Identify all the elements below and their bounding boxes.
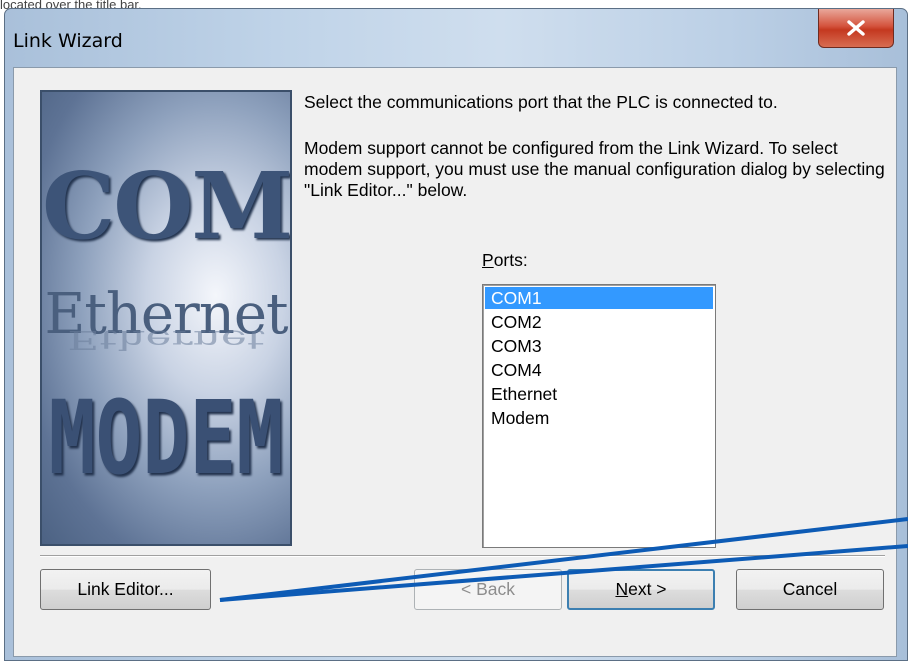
button-separator: [40, 555, 885, 557]
dialog-client-area: COM Ethernet Ethernet MODEM Select the c…: [13, 67, 897, 657]
next-button-mnemonic: N: [615, 579, 629, 599]
close-icon: [847, 20, 865, 36]
side-image-ethernet-reflection: Ethernet: [67, 324, 265, 355]
side-image-com-text: COM: [42, 152, 292, 260]
side-image-modem-text: MODEM: [48, 380, 284, 498]
intro-text: Select the communications port that the …: [304, 92, 778, 112]
port-item-ethernet[interactable]: Ethernet: [485, 383, 713, 405]
port-item-com4[interactable]: COM4: [485, 359, 713, 381]
ports-label-mnemonic: P: [482, 250, 494, 270]
next-button-label-rest: ext >: [628, 579, 667, 599]
wizard-side-image: COM Ethernet Ethernet MODEM: [40, 90, 292, 546]
next-button[interactable]: Next >: [567, 569, 715, 610]
link-editor-button[interactable]: Link Editor...: [40, 569, 211, 610]
cancel-button[interactable]: Cancel: [736, 569, 884, 610]
port-item-com3[interactable]: COM3: [485, 335, 713, 357]
title-bar[interactable]: Link Wizard: [5, 9, 907, 67]
ports-label-rest: orts:: [493, 250, 528, 270]
window-title: Link Wizard: [13, 30, 123, 52]
port-item-modem[interactable]: Modem: [485, 407, 713, 429]
modem-note-text: Modem support cannot be configured from …: [304, 138, 885, 200]
back-button[interactable]: < Back: [414, 569, 562, 610]
link-wizard-window: Link Wizard COM Ethernet Ethernet MODEM …: [4, 8, 908, 661]
close-button[interactable]: [818, 9, 894, 48]
ports-label: Ports:: [482, 250, 528, 271]
ports-listbox[interactable]: COM1 COM2 COM3 COM4 Ethernet Modem: [482, 284, 716, 548]
port-item-com2[interactable]: COM2: [485, 311, 713, 333]
port-item-com1[interactable]: COM1: [485, 287, 713, 309]
